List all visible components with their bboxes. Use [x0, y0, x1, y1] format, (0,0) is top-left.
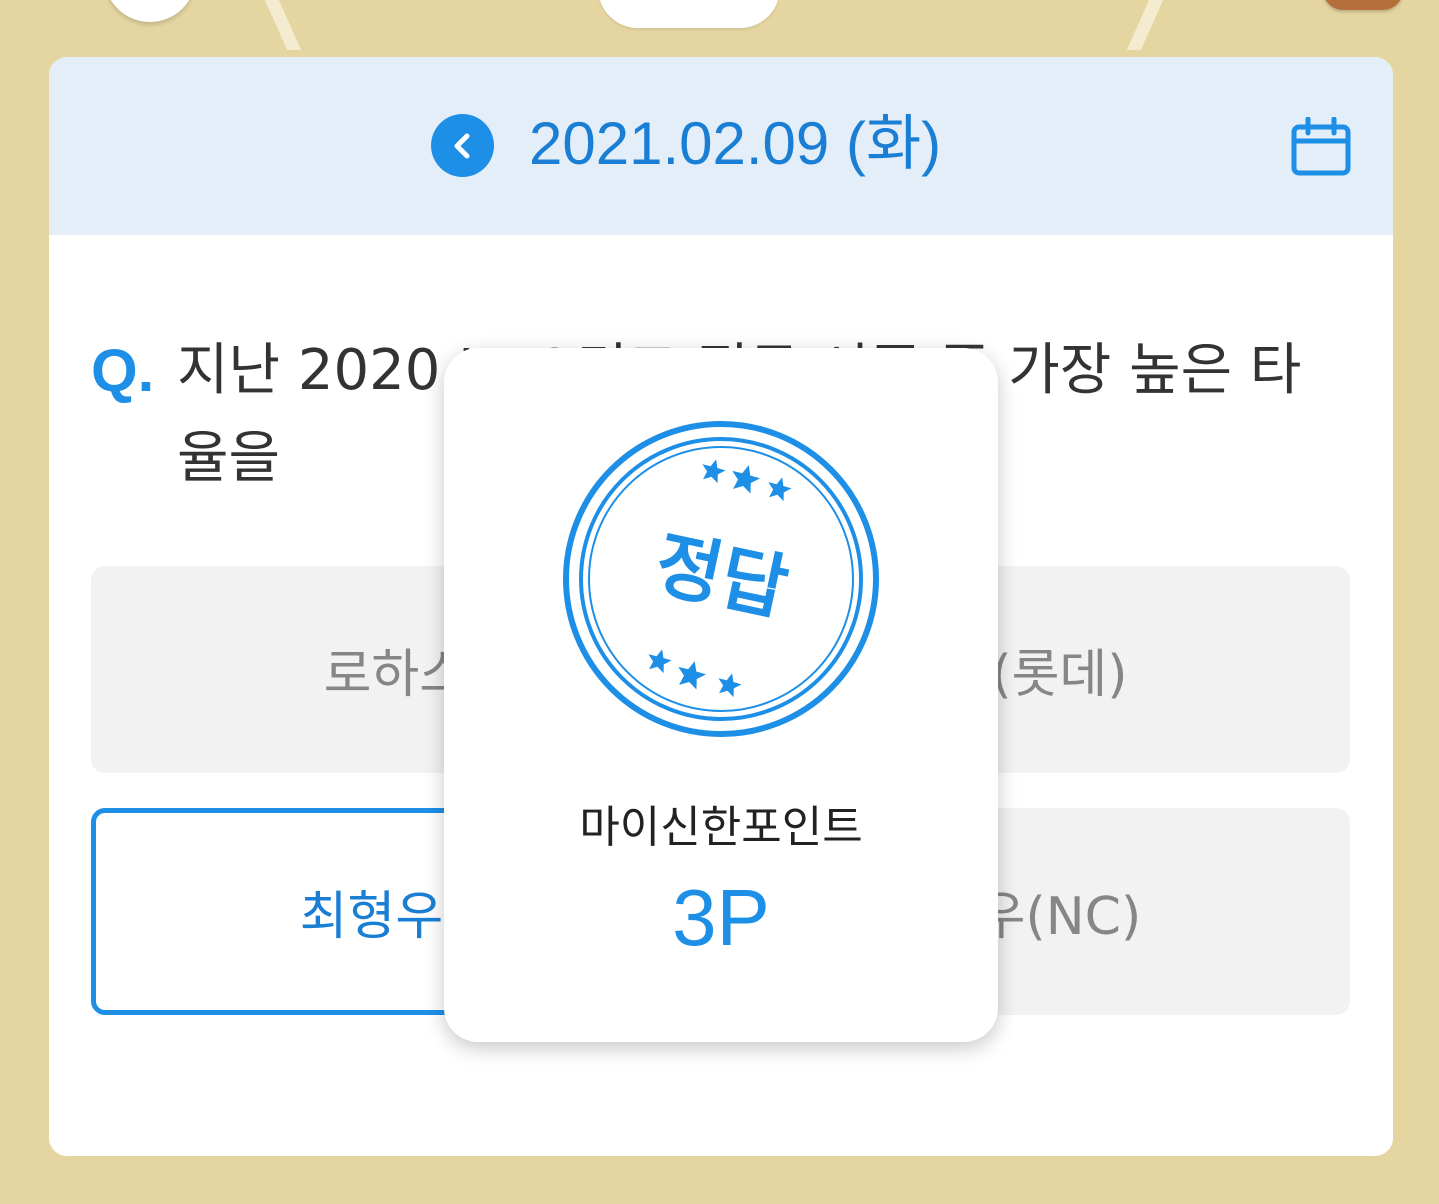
- point-label: 마이신한포인트: [579, 802, 863, 853]
- top-decoration: [0, 0, 1439, 56]
- prev-date-button[interactable]: [431, 114, 494, 177]
- calendar-button[interactable]: [1290, 117, 1352, 179]
- baseball-icon: [104, 0, 196, 22]
- home-plate-decoration: [598, 0, 780, 28]
- glove-icon: [1323, 0, 1403, 10]
- field-line: [1126, 0, 1164, 50]
- date-header: 2021.02.09 (화): [49, 57, 1393, 235]
- current-date: 2021.02.09 (화): [529, 110, 942, 177]
- stamp-text: 정답: [648, 521, 795, 631]
- question-mark-label: Q.: [91, 337, 155, 404]
- result-popup[interactable]: 정답 마이신한포인트 3P: [444, 348, 998, 1042]
- point-value: 3P: [672, 873, 770, 962]
- field-line: [264, 0, 302, 50]
- correct-stamp: 정답: [563, 421, 879, 737]
- chevron-left-icon: [454, 133, 469, 158]
- calendar-icon: [1291, 117, 1351, 176]
